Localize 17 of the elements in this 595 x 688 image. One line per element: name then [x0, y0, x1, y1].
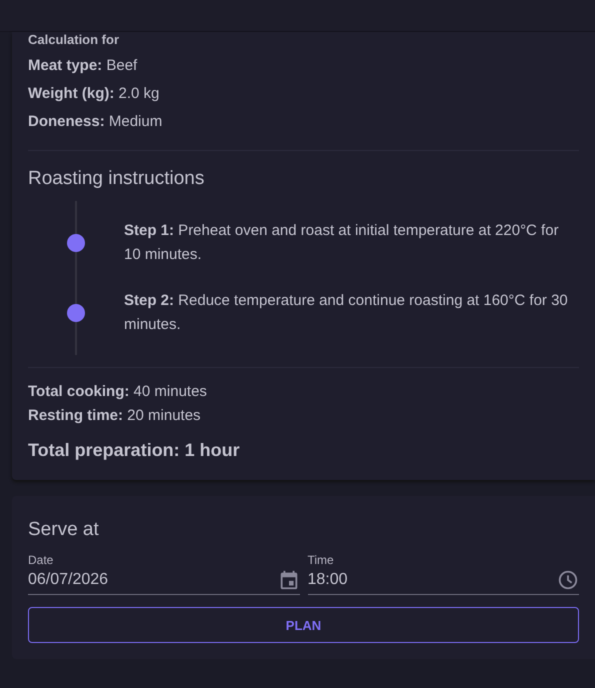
fact-line: Doneness: Medium — [28, 112, 164, 132]
step-text: Step 2: Reduce temperature and continue roasting at 160°C for 30 minutes. — [124, 291, 569, 335]
total-line: Total cooking: 40 minutes — [28, 382, 208, 402]
calculation-heading: Calculation for — [28, 32, 120, 48]
input-field[interactable]: Time 18:00 — [308, 552, 579, 595]
timeline-dot — [67, 304, 85, 322]
fact-line: Weight (kg): 2.0 kg — [28, 84, 160, 104]
timeline-dot — [67, 234, 85, 252]
section-title: Roasting instructions — [28, 167, 206, 191]
total-preparation: Total preparation: 1 hour — [28, 439, 241, 462]
step-text: Step 1: Preheat oven and roast at initial temperature at 220°C for 10 minutes. — [124, 221, 560, 265]
section-title: Serve at — [28, 518, 100, 542]
plan-button[interactable]: PLAN — [28, 607, 579, 643]
clock-icon[interactable] — [557, 569, 579, 591]
fact-line: Meat type: Beef — [28, 56, 138, 76]
total-line: Resting time: 20 minutes — [28, 406, 202, 426]
input-field[interactable]: Date 06/07/2026 — [28, 552, 300, 595]
